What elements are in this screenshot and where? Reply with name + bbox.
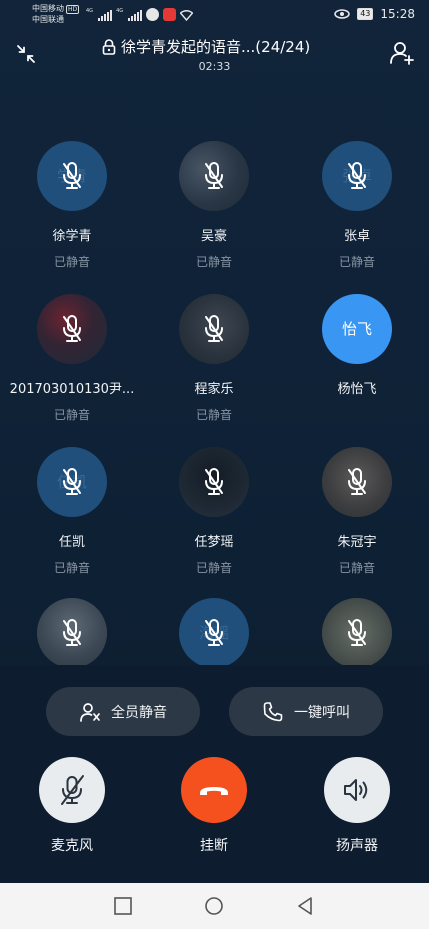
home-button-icon[interactable] <box>204 896 224 916</box>
mic-off-icon <box>205 315 223 342</box>
recents-button-icon[interactable] <box>113 896 133 916</box>
speaker-icon <box>344 779 368 801</box>
participant-status: 已静音 <box>195 408 232 422</box>
participant-tile[interactable]: 朱冠宇 已静音 <box>287 447 427 576</box>
avatar: 海瑶 <box>179 598 249 668</box>
call-timer: 02:33 <box>198 60 231 73</box>
hd-badge: HD <box>66 5 80 14</box>
mic-label: 麦克风 <box>51 838 93 854</box>
avatar <box>322 598 392 668</box>
mic-off-icon <box>63 619 81 646</box>
participant-name: 程家乐 <box>194 382 234 397</box>
avatar <box>179 141 249 211</box>
hangup-control[interactable]: 挂断 <box>154 757 274 855</box>
mic-off-icon <box>63 468 81 495</box>
call-all-button[interactable]: 一键呼叫 <box>229 687 383 736</box>
participant-tile[interactable]: 程家乐 已静音 <box>144 294 284 423</box>
participant-tile[interactable]: 201703010130尹... 已静音 <box>2 294 142 423</box>
participant-name: 201703010130尹... <box>9 382 135 397</box>
hangup-button[interactable] <box>181 757 247 823</box>
network-type-1: 4G <box>86 8 94 14</box>
avatar <box>179 447 249 517</box>
carrier-info: 中国移动 HD 中国联通 <box>32 3 80 25</box>
participant-status: 已静音 <box>195 561 232 575</box>
status-bar: 中国移动 HD 中国联通 4G 4G 43 15:28 <box>0 0 429 30</box>
participant-tile[interactable] <box>287 598 427 668</box>
add-member-icon[interactable] <box>389 40 415 66</box>
speaker-toggle-button[interactable] <box>324 757 390 823</box>
phone-icon <box>263 701 283 721</box>
avatar: 任凯 <box>37 447 107 517</box>
voice-call-screen: 中国移动 HD 中国联通 4G 4G 43 15:28 徐学青发起的语音...(… <box>0 0 429 883</box>
app-notification-icon <box>146 8 160 21</box>
carrier-2: 中国联通 <box>32 15 64 24</box>
call-title-text: 徐学青发起的语音...(24/24) <box>121 38 311 56</box>
signal-icon <box>128 10 143 21</box>
mute-all-button[interactable]: 全员静音 <box>46 687 200 736</box>
avatar: 学青 <box>37 141 107 211</box>
participant-name: 朱冠宇 <box>337 535 377 550</box>
participant-tile[interactable]: 学青 徐学青 已静音 <box>2 141 142 270</box>
carrier-1: 中国移动 <box>32 4 64 13</box>
mic-off-icon <box>348 162 366 189</box>
hangup-label: 挂断 <box>200 838 228 854</box>
participant-name: 杨怡飞 <box>337 382 377 397</box>
avatar <box>179 294 249 364</box>
battery-indicator: 43 <box>357 8 374 20</box>
participant-tile[interactable]: 任梦瑶 已静音 <box>144 447 284 576</box>
mute-all-icon <box>80 702 100 722</box>
participant-status: 已静音 <box>53 561 90 575</box>
participant-tile[interactable]: 怡飞 杨怡飞 <box>287 294 427 406</box>
lock-icon <box>102 38 116 55</box>
speaker-control[interactable]: 扬声器 <box>297 757 417 855</box>
mic-off-icon <box>205 162 223 189</box>
signal-icon <box>98 10 113 21</box>
call-all-label: 一键呼叫 <box>294 704 350 721</box>
avatar: 怡飞 <box>322 294 392 364</box>
mic-off-icon <box>63 162 81 189</box>
participant-name: 张卓 <box>343 229 370 244</box>
mic-off-icon <box>348 468 366 495</box>
mic-off-icon <box>348 619 366 646</box>
wifi-icon <box>180 10 194 21</box>
speaker-label: 扬声器 <box>336 838 378 854</box>
participant-status: 已静音 <box>53 408 90 422</box>
status-right: 43 15:28 <box>334 7 415 21</box>
avatar <box>37 598 107 668</box>
call-title: 徐学青发起的语音...(24/24) <box>102 36 310 57</box>
participant-tile[interactable]: 吴豪 已静音 <box>144 141 284 270</box>
network-type-2: 4G <box>116 8 124 14</box>
mic-off-icon <box>63 315 81 342</box>
avatar <box>37 294 107 364</box>
participant-tile[interactable]: 任凯 任凯 已静音 <box>2 447 142 576</box>
participant-status: 已静音 <box>195 255 232 269</box>
participant-status: 已静音 <box>338 561 375 575</box>
participant-tile[interactable]: 海瑶 <box>144 598 284 668</box>
participant-name: 徐学青 <box>52 229 92 244</box>
mic-off-icon <box>61 775 84 805</box>
mic-in-use-icon <box>163 8 177 21</box>
system-nav-bar <box>0 883 429 929</box>
back-button-icon[interactable] <box>295 896 315 916</box>
mute-all-label: 全员静音 <box>111 704 167 721</box>
avatar-text: 怡飞 <box>341 320 372 338</box>
phone-hangup-icon <box>200 787 228 795</box>
participant-name: 吴豪 <box>200 229 227 244</box>
participant-name: 任梦瑶 <box>194 535 234 550</box>
eye-comfort-icon <box>334 9 350 19</box>
participant-tile[interactable] <box>2 598 142 668</box>
avatar: 张卓 <box>322 141 392 211</box>
participant-status: 已静音 <box>338 255 375 269</box>
mic-off-icon <box>205 619 223 646</box>
mic-control[interactable]: 麦克风 <box>12 757 132 855</box>
mic-off-icon <box>205 468 223 495</box>
participant-name: 任凯 <box>58 535 85 550</box>
mic-toggle-button[interactable] <box>39 757 105 823</box>
signal-indicators: 4G 4G <box>86 8 194 21</box>
avatar <box>322 447 392 517</box>
clock: 15:28 <box>380 7 415 21</box>
participant-status: 已静音 <box>53 255 90 269</box>
participant-tile[interactable]: 张卓 张卓 已静音 <box>287 141 427 270</box>
